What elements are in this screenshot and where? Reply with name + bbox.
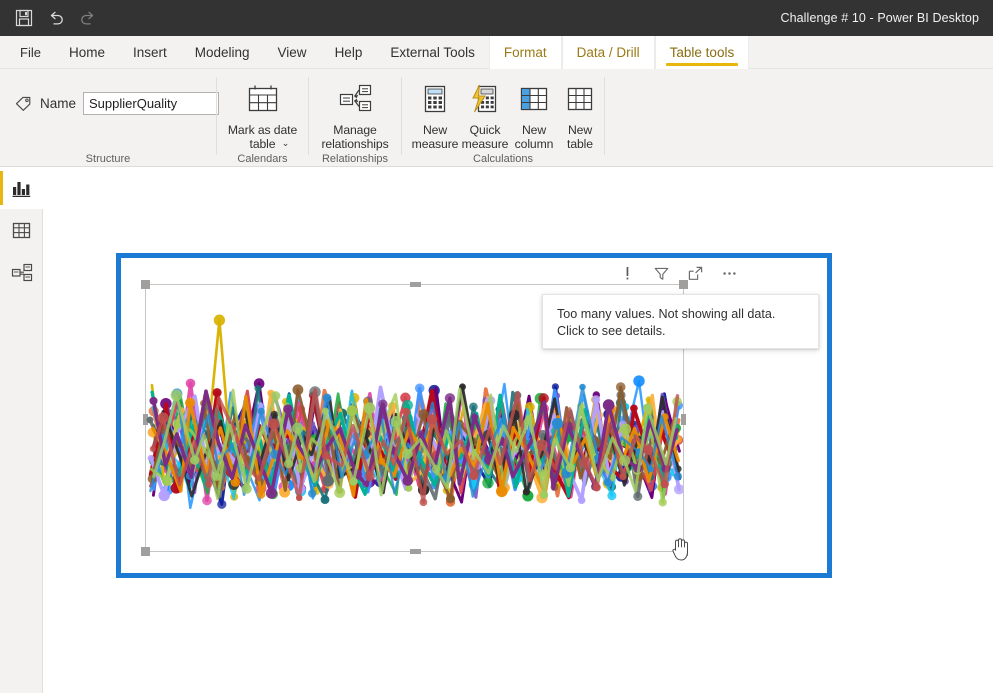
new-table-button[interactable]: New table bbox=[558, 79, 602, 151]
tab-modeling[interactable]: Modeling bbox=[181, 36, 264, 69]
visual-header bbox=[619, 260, 759, 286]
focus-mode-icon[interactable] bbox=[687, 265, 704, 282]
table-name-input[interactable] bbox=[83, 92, 220, 115]
view-switch-rail bbox=[0, 167, 43, 693]
manage-relationships-button[interactable]: Manage relationships bbox=[309, 79, 401, 151]
table-grid-icon bbox=[12, 222, 31, 238]
model-relationships-icon bbox=[11, 263, 32, 281]
quick-access-toolbar bbox=[14, 8, 98, 28]
power-bi-desktop-window: Challenge # 10 - Power BI Desktop File H… bbox=[0, 0, 993, 693]
ribbon-body: Name Structure bbox=[0, 69, 993, 167]
title-bar: Challenge # 10 - Power BI Desktop bbox=[0, 0, 993, 36]
sidebar-item-data-view[interactable] bbox=[0, 209, 43, 251]
table-name-row: Name bbox=[14, 92, 220, 115]
manage-relationships-label: Manage relationships bbox=[321, 123, 389, 151]
manage-relationships-icon bbox=[337, 79, 373, 119]
sidebar-item-model-view[interactable] bbox=[0, 251, 43, 293]
tab-help[interactable]: Help bbox=[321, 36, 377, 69]
filter-icon[interactable] bbox=[653, 265, 670, 282]
tab-format[interactable]: Format bbox=[488, 36, 562, 69]
ribbon-group-calendars: Mark as date table ⌄ Calendars bbox=[217, 69, 308, 167]
report-canvas[interactable]: Too many values. Not showing all data. C… bbox=[43, 167, 993, 693]
group-label-calendars: Calendars bbox=[237, 153, 288, 165]
ribbon-group-relationships: Manage relationships Relationships bbox=[309, 69, 401, 167]
quick-measure-button[interactable]: Quick measure bbox=[460, 79, 510, 151]
selected-visual[interactable]: Too many values. Not showing all data. C… bbox=[116, 253, 832, 578]
mark-as-date-table-button[interactable]: Mark as date table ⌄ bbox=[219, 79, 306, 151]
group-label-structure: Structure bbox=[85, 153, 131, 165]
more-options-icon[interactable] bbox=[721, 265, 738, 282]
undo-icon[interactable] bbox=[46, 8, 66, 28]
ribbon-tab-strip: File Home Insert Modeling View Help Exte… bbox=[0, 36, 993, 69]
new-measure-icon bbox=[420, 79, 450, 119]
tab-home[interactable]: Home bbox=[55, 36, 119, 69]
sidebar-item-report-view[interactable] bbox=[0, 167, 43, 209]
tab-file[interactable]: File bbox=[0, 36, 55, 69]
visual-warning-tooltip: Too many values. Not showing all data. C… bbox=[542, 294, 819, 349]
new-column-label: New column bbox=[514, 123, 554, 151]
new-column-icon bbox=[518, 79, 550, 119]
tab-insert[interactable]: Insert bbox=[119, 36, 181, 69]
ribbon-group-structure: Name Structure bbox=[0, 69, 220, 167]
visual-warning-tooltip-text: Too many values. Not showing all data. C… bbox=[557, 307, 776, 338]
new-measure-label: New measure bbox=[411, 123, 459, 151]
bar-chart-icon bbox=[12, 181, 31, 197]
redo-icon[interactable] bbox=[78, 8, 98, 28]
tab-data-drill[interactable]: Data / Drill bbox=[561, 36, 655, 69]
new-table-label: New table bbox=[567, 123, 593, 151]
save-icon[interactable] bbox=[14, 8, 34, 28]
calendar-table-icon bbox=[246, 79, 280, 119]
ribbon-separator bbox=[604, 77, 605, 155]
tab-external-tools[interactable]: External Tools bbox=[376, 36, 489, 69]
visual-container: Too many values. Not showing all data. C… bbox=[121, 258, 827, 573]
ribbon-tabs: File Home Insert Modeling View Help Exte… bbox=[0, 36, 750, 69]
tab-view[interactable]: View bbox=[264, 36, 321, 69]
tab-table-tools[interactable]: Table tools bbox=[654, 36, 750, 69]
group-label-relationships: Relationships bbox=[321, 153, 389, 165]
new-measure-button[interactable]: New measure bbox=[410, 79, 460, 151]
quick-measure-label: Quick measure bbox=[461, 123, 509, 151]
new-column-button[interactable]: New column bbox=[510, 79, 558, 151]
quick-measure-icon bbox=[470, 79, 500, 119]
tag-icon bbox=[15, 96, 31, 111]
chevron-down-icon[interactable]: ⌄ bbox=[282, 138, 290, 149]
name-label: Name bbox=[40, 96, 77, 111]
new-table-icon bbox=[564, 79, 596, 119]
window-title: Challenge # 10 - Power BI Desktop bbox=[780, 11, 979, 25]
warning-info-icon[interactable] bbox=[619, 265, 636, 282]
ribbon-group-calculations: New measure Quick measure New column New… bbox=[402, 69, 604, 167]
group-label-calculations: Calculations bbox=[473, 153, 533, 165]
